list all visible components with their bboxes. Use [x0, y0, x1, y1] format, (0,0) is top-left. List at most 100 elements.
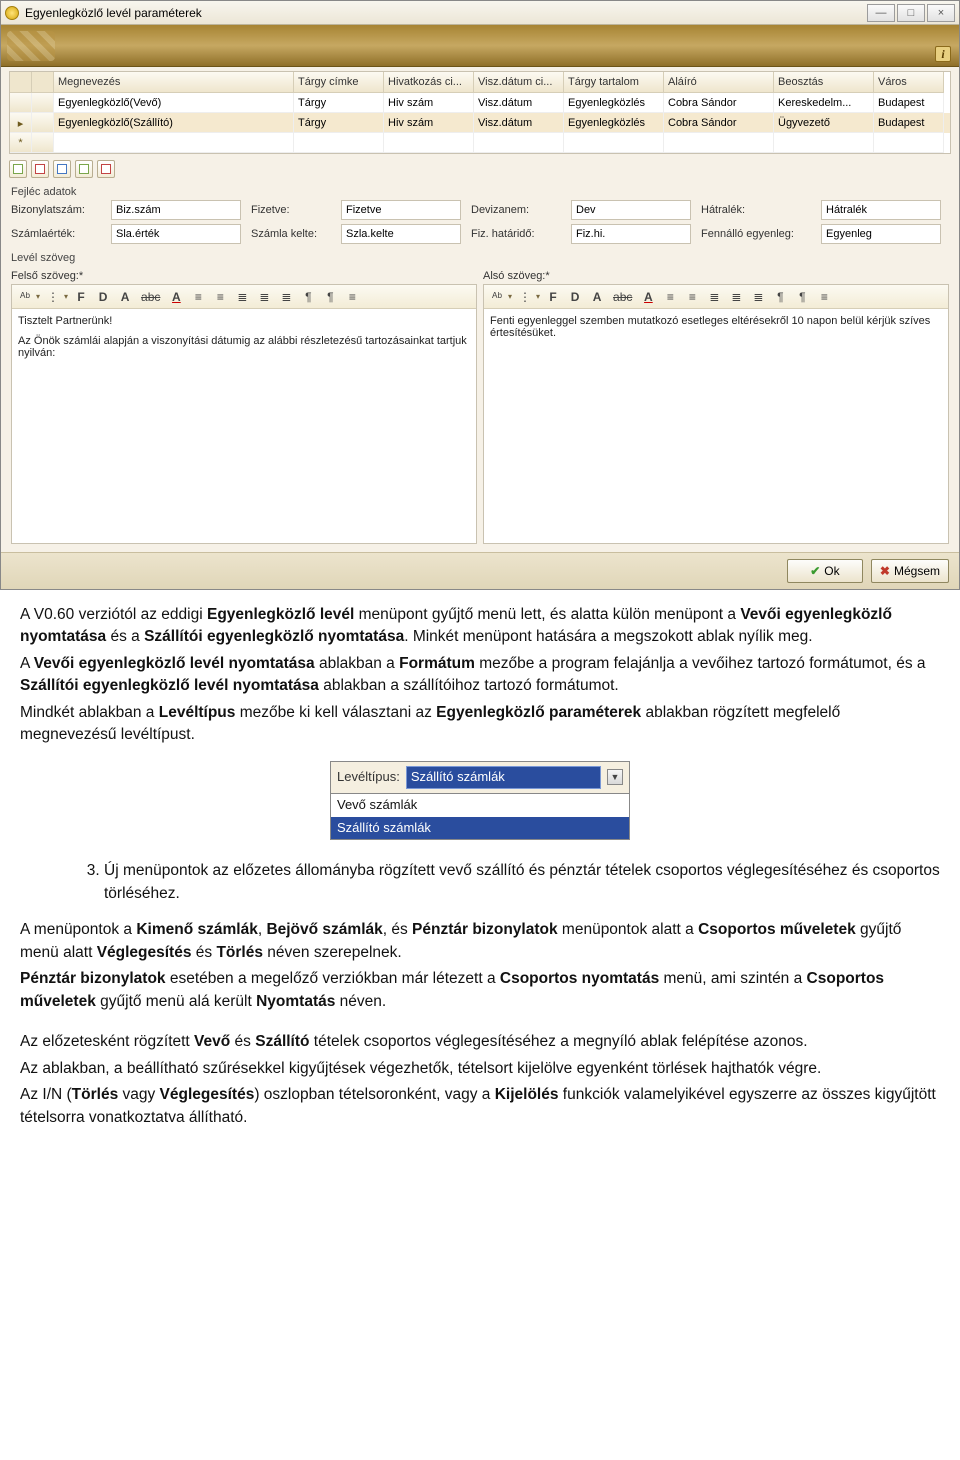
list-icon[interactable]: ⋮	[516, 288, 534, 306]
font-icon[interactable]: F	[544, 288, 562, 306]
numbered-list-icon[interactable]: ≡	[211, 288, 229, 306]
combo-selected[interactable]: Szállító számlák	[406, 766, 601, 789]
align-center-icon[interactable]: ≣	[255, 288, 273, 306]
justify-icon[interactable]: ≡	[815, 288, 833, 306]
grid-cell[interactable]: Hiv szám	[384, 93, 474, 113]
grid-cell[interactable]	[774, 133, 874, 153]
fizetve-input[interactable]	[341, 200, 461, 220]
grid-cell[interactable]: Egyenlegközlés	[564, 113, 664, 133]
font-icon[interactable]: F	[72, 288, 90, 306]
grid-cell[interactable]	[664, 133, 774, 153]
grid-header-cell[interactable]: Város	[874, 72, 944, 93]
grid-cell[interactable]	[294, 133, 384, 153]
combo-option[interactable]: Vevő számlák	[331, 794, 629, 817]
indent-more-icon[interactable]: ¶	[321, 288, 339, 306]
font-color-icon[interactable]: A	[639, 288, 657, 306]
strikethrough-icon[interactable]: abc	[610, 288, 635, 306]
bottom-text-body[interactable]: Fenti egyenleggel szemben mutatkozó eset…	[484, 309, 948, 543]
copy-icon[interactable]	[75, 160, 93, 178]
grid-header-cell[interactable]: Aláíró	[664, 72, 774, 93]
italic-icon[interactable]: A	[588, 288, 606, 306]
grid-cell[interactable]	[474, 133, 564, 153]
grid-cell[interactable]: Visz.dátum	[474, 113, 564, 133]
grid-header-cell[interactable]: Hivatkozás ci...	[384, 72, 474, 93]
doc-paragraph: A Vevői egyenlegközlő levél nyomtatása a…	[20, 653, 940, 698]
remove-icon[interactable]	[97, 160, 115, 178]
strikethrough-icon[interactable]: abc	[138, 288, 163, 306]
hatralek-input[interactable]	[821, 200, 941, 220]
italic-icon[interactable]: A	[116, 288, 134, 306]
align-left-icon[interactable]: ≣	[233, 288, 251, 306]
grid-cell[interactable]	[564, 133, 664, 153]
grid-cell[interactable]: Cobra Sándor	[664, 113, 774, 133]
grid-row[interactable]: Egyenlegközlő(Vevő) Tárgy Hiv szám Visz.…	[10, 93, 950, 113]
new-icon[interactable]	[9, 160, 27, 178]
cancel-button[interactable]: ✖Mégsem	[871, 559, 949, 583]
bizonylatszam-input[interactable]	[111, 200, 241, 220]
grid-new-row[interactable]: *	[10, 133, 950, 153]
grid-cell[interactable]: Egyenlegközlés	[564, 93, 664, 113]
chevron-down-icon[interactable]: ▼	[607, 769, 623, 785]
window-minimize-button[interactable]: —	[867, 4, 895, 22]
field-label: Számla kelte:	[251, 228, 331, 240]
spellcheck-icon[interactable]: ᴬᵇ	[16, 288, 34, 306]
top-text-body[interactable]: Tisztelt Partnerünk! Az Önök számlái ala…	[12, 309, 476, 543]
window-close-button[interactable]: ×	[927, 4, 955, 22]
grid-header-cell[interactable]: Beosztás	[774, 72, 874, 93]
indent-more-icon[interactable]: ¶	[793, 288, 811, 306]
align-right-icon[interactable]: ≣	[749, 288, 767, 306]
ok-button[interactable]: ✔Ok	[787, 559, 863, 583]
grid-cell[interactable]: Kereskedelm...	[774, 93, 874, 113]
spellcheck-icon[interactable]: ᴬᵇ	[488, 288, 506, 306]
combo-option-selected[interactable]: Szállító számlák	[331, 817, 629, 840]
devizanem-input[interactable]	[571, 200, 691, 220]
editor-toolbar: ᴬᵇ▾ ⋮▾ F D A abc A ≡ ≡ ≣ ≣ ≣ ¶ ¶ ≡	[484, 285, 948, 309]
indent-less-icon[interactable]: ¶	[771, 288, 789, 306]
numbered-list-icon[interactable]: ≡	[683, 288, 701, 306]
grid-cell[interactable]: Visz.dátum	[474, 93, 564, 113]
align-left-icon[interactable]: ≣	[705, 288, 723, 306]
combo-dropdown-list[interactable]: Vevő számlák Szállító számlák	[331, 793, 629, 840]
field-label: Devizanem:	[471, 204, 561, 216]
grid-cell[interactable]: Hiv szám	[384, 113, 474, 133]
delete-icon[interactable]	[31, 160, 49, 178]
grid-cell[interactable]: Budapest	[874, 93, 944, 113]
grid-header-cell[interactable]: Megnevezés	[54, 72, 294, 93]
grid-cell[interactable]	[874, 133, 944, 153]
bottom-text-editor[interactable]: ᴬᵇ▾ ⋮▾ F D A abc A ≡ ≡ ≣ ≣ ≣ ¶ ¶ ≡	[483, 284, 949, 544]
justify-icon[interactable]: ≡	[343, 288, 361, 306]
bold-icon[interactable]: D	[94, 288, 112, 306]
indent-less-icon[interactable]: ¶	[299, 288, 317, 306]
doc-paragraph: A V0.60 verziótól az eddigi Egyenlegközl…	[20, 604, 940, 649]
letter-types-grid[interactable]: Megnevezés Tárgy címke Hivatkozás ci... …	[9, 71, 951, 154]
grid-cell[interactable]	[384, 133, 474, 153]
window-maximize-button[interactable]: □	[897, 4, 925, 22]
bullet-list-icon[interactable]: ≡	[661, 288, 679, 306]
grid-cell[interactable]: Tárgy	[294, 93, 384, 113]
field-label: Fiz. határidő:	[471, 228, 561, 240]
grid-cell[interactable]: Egyenlegközlő(Szállító)	[54, 113, 294, 133]
grid-cell[interactable]: Budapest	[874, 113, 944, 133]
bullet-list-icon[interactable]: ≡	[189, 288, 207, 306]
grid-cell[interactable]: Egyenlegközlő(Vevő)	[54, 93, 294, 113]
grid-cell[interactable]: Tárgy	[294, 113, 384, 133]
font-color-icon[interactable]: A	[167, 288, 185, 306]
align-center-icon[interactable]: ≣	[727, 288, 745, 306]
grid-cell[interactable]: Cobra Sándor	[664, 93, 774, 113]
align-right-icon[interactable]: ≣	[277, 288, 295, 306]
refresh-icon[interactable]	[53, 160, 71, 178]
fennallo-egyenleg-input[interactable]	[821, 224, 941, 244]
grid-header-cell[interactable]: Tárgy címke	[294, 72, 384, 93]
grid-cell[interactable]	[54, 133, 294, 153]
grid-header-cell[interactable]: Tárgy tartalom	[564, 72, 664, 93]
info-icon[interactable]: i	[935, 46, 951, 62]
szamla-kelte-input[interactable]	[341, 224, 461, 244]
grid-row-selected[interactable]: ▸ Egyenlegközlő(Szállító) Tárgy Hiv szám…	[10, 113, 950, 133]
bold-icon[interactable]: D	[566, 288, 584, 306]
grid-header-cell[interactable]: Visz.dátum ci...	[474, 72, 564, 93]
top-text-editor[interactable]: ᴬᵇ▾ ⋮▾ F D A abc A ≡ ≡ ≣ ≣ ≣ ¶ ¶ ≡	[11, 284, 477, 544]
fiz-hatarido-input[interactable]	[571, 224, 691, 244]
grid-cell[interactable]: Ügyvezető	[774, 113, 874, 133]
szamlaertek-input[interactable]	[111, 224, 241, 244]
list-icon[interactable]: ⋮	[44, 288, 62, 306]
